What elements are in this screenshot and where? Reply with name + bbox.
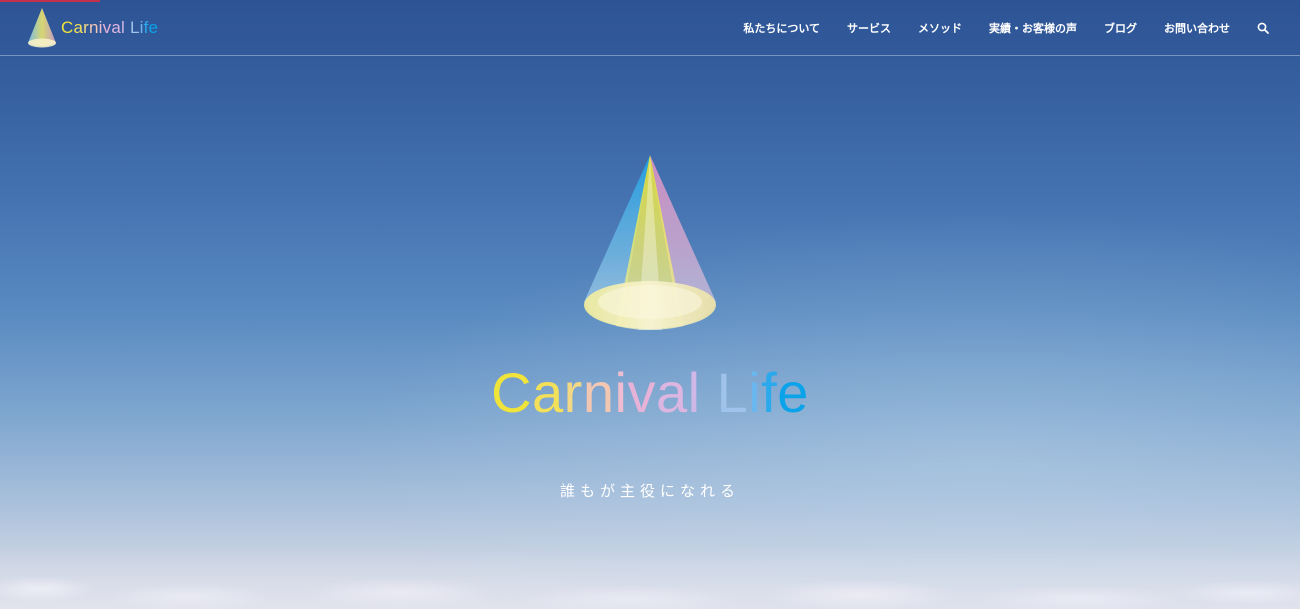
title-letter: v: [627, 361, 656, 424]
logo-letter: n: [89, 18, 99, 37]
hero-cone-logo-icon: [580, 152, 720, 341]
cone-logo-icon: [28, 8, 56, 48]
title-letter: n: [582, 361, 615, 424]
cloud-layer: [0, 549, 1300, 609]
search-icon[interactable]: [1256, 21, 1270, 35]
logo-letter: e: [148, 18, 159, 37]
main-nav: 私たちについて サービス メソッド 実績・お客様の声 ブログ お問い合わせ: [716, 0, 1270, 55]
title-letter: L: [716, 361, 749, 424]
title-letter: l: [687, 361, 701, 424]
logo-letter: a: [73, 18, 84, 37]
top-accent-bar: [0, 0, 100, 2]
title-letter: a: [532, 361, 564, 424]
site-header: Carnival Life 私たちについて サービス メソッド 実績・お客様の声…: [0, 0, 1300, 56]
hero-title: Carnival Life: [0, 360, 1300, 425]
title-letter: i: [748, 361, 762, 424]
nav-item-blog[interactable]: ブログ: [1104, 20, 1137, 36]
title-letter: a: [655, 361, 688, 424]
title-letter: r: [563, 361, 583, 424]
title-letter: f: [761, 361, 778, 424]
logo-text: Carnival Life: [61, 18, 158, 38]
logo-letter: C: [61, 18, 74, 37]
nav-item-contact[interactable]: お問い合わせ: [1164, 20, 1230, 36]
nav-item-method[interactable]: メソッド: [918, 20, 962, 36]
title-letter: [701, 361, 717, 424]
nav-item-testimonials[interactable]: 実績・お客様の声: [989, 20, 1077, 36]
hero-tagline: 誰もが主役になれる: [559, 482, 740, 500]
nav-item-services[interactable]: サービス: [847, 20, 891, 36]
logo-letter: L: [129, 18, 140, 37]
site-logo[interactable]: Carnival Life: [26, 7, 158, 49]
nav-item-about[interactable]: 私たちについて: [743, 20, 820, 36]
logo-letter: a: [111, 18, 122, 37]
title-letter: i: [614, 361, 628, 424]
title-letter: e: [777, 361, 809, 424]
title-letter: C: [491, 361, 533, 424]
